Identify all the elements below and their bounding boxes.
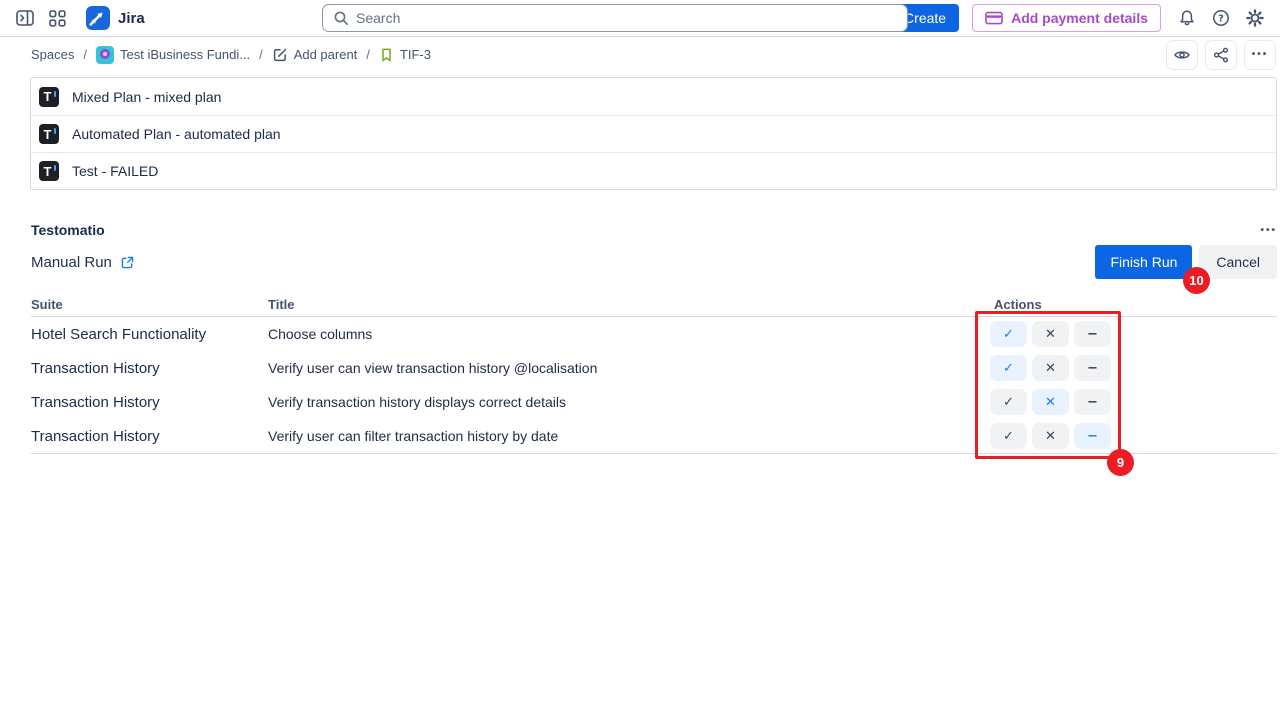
create-button-label: Create (904, 10, 946, 26)
watch-button[interactable] (1166, 40, 1198, 70)
section-more-button[interactable]: ••• (1260, 225, 1277, 236)
help-button[interactable]: ? (1212, 9, 1230, 27)
notifications-button[interactable] (1178, 9, 1196, 27)
title-cell: Verify user can filter transaction histo… (268, 428, 990, 444)
plan-label: Mixed Plan - mixed plan (72, 89, 221, 105)
breadcrumb-issue[interactable]: TIF-3 (379, 47, 431, 63)
app-switcher-grid-icon (49, 10, 66, 27)
search-bar[interactable] (322, 4, 908, 32)
fail-button[interactable]: ✕ (1032, 389, 1069, 415)
plan-label: Test - FAILED (72, 163, 158, 179)
expand-sidebar-icon (16, 10, 34, 26)
actions-cell: ✓✕− (990, 389, 1277, 415)
bookmark-icon (379, 47, 394, 63)
share-button[interactable] (1205, 40, 1237, 70)
column-header-suite: Suite (31, 297, 268, 312)
annotation-badge-9: 9 (1107, 449, 1134, 476)
table-row: Transaction HistoryVerify user can filte… (31, 419, 1277, 453)
table-body: Hotel Search FunctionalityChoose columns… (31, 317, 1277, 454)
column-header-title: Title (268, 297, 990, 312)
actions-cell: ✓✕− (990, 355, 1277, 381)
pass-button[interactable]: ✓ (990, 355, 1027, 381)
section-title: Testomatio (31, 222, 105, 238)
table-header: Suite Title Actions (31, 292, 1277, 317)
eye-icon (1173, 47, 1191, 63)
gear-icon (1246, 9, 1264, 27)
fail-button[interactable]: ✕ (1032, 355, 1069, 381)
breadcrumb-project-label: Test iBusiness Fundi... (120, 47, 250, 62)
suite-cell: Transaction History (31, 428, 268, 445)
bell-icon (1178, 9, 1196, 27)
annotation-badge-10: 10 (1183, 267, 1210, 294)
actions-cell: ✓✕− (990, 321, 1277, 347)
column-header-actions: Actions (990, 297, 1277, 312)
jira-home-link[interactable]: Jira (86, 6, 145, 30)
svg-text:?: ? (1218, 13, 1224, 24)
plan-label: Automated Plan - automated plan (72, 126, 281, 142)
plans-list: T Mixed Plan - mixed plan T Automated Plan … (30, 77, 1277, 190)
title-cell: Choose columns (268, 326, 990, 342)
skip-button[interactable]: − (1074, 423, 1111, 449)
list-item[interactable]: T Automated Plan - automated plan (31, 115, 1276, 152)
add-payment-details-label: Add payment details (1011, 10, 1148, 26)
finish-run-button[interactable]: Finish Run (1095, 245, 1192, 279)
search-icon (333, 10, 349, 26)
edit-icon (272, 47, 288, 63)
testomatio-logo-icon: T (39, 124, 59, 144)
suite-cell: Hotel Search Functionality (31, 326, 268, 343)
ellipsis-icon: ••• (1260, 225, 1277, 236)
question-circle-icon: ? (1212, 9, 1230, 27)
pass-button[interactable]: ✓ (990, 423, 1027, 449)
breadcrumb-spaces[interactable]: Spaces (31, 47, 74, 62)
title-cell: Verify transaction history displays corr… (268, 394, 990, 410)
fail-button[interactable]: ✕ (1032, 321, 1069, 347)
actions-cell: ✓✕− (990, 423, 1277, 449)
run-title: Manual Run (31, 254, 112, 271)
testomatio-logo-icon: T (39, 161, 59, 181)
skip-button[interactable]: − (1074, 321, 1111, 347)
settings-button[interactable] (1246, 9, 1264, 27)
breadcrumb-separator: / (259, 47, 263, 62)
table-row: Transaction HistoryVerify user can view … (31, 351, 1277, 385)
list-item[interactable]: T Mixed Plan - mixed plan (31, 78, 1276, 115)
credit-card-icon (985, 10, 1003, 26)
external-link-icon[interactable] (120, 255, 135, 270)
page: Jira + Create Add payment details (0, 0, 1280, 720)
breadcrumb-add-parent-label: Add parent (294, 47, 358, 62)
breadcrumb-separator: / (83, 47, 87, 62)
skip-button[interactable]: − (1074, 389, 1111, 415)
testomatio-logo-icon: T (39, 87, 59, 107)
title-cell: Verify user can view transaction history… (268, 360, 990, 376)
top-navigation-bar: Jira + Create Add payment details (0, 0, 1280, 37)
project-avatar (96, 46, 114, 64)
table-row: Hotel Search FunctionalityChoose columns… (31, 317, 1277, 351)
app-name: Jira (118, 10, 145, 27)
expand-sidebar-button[interactable] (16, 10, 34, 26)
pass-button[interactable]: ✓ (990, 321, 1027, 347)
testomatio-section: Testomatio ••• Manual Run Finish Run Can… (31, 222, 1277, 454)
list-item[interactable]: T Test - FAILED (31, 152, 1276, 189)
share-icon (1213, 47, 1229, 63)
breadcrumb-bar: Spaces / Test iBusiness Fundi... / Add p… (0, 37, 1280, 72)
breadcrumb: Spaces / Test iBusiness Fundi... / Add p… (31, 46, 431, 64)
fail-button[interactable]: ✕ (1032, 423, 1069, 449)
jira-logo-icon (86, 6, 110, 30)
suite-cell: Transaction History (31, 360, 268, 377)
pass-button[interactable]: ✓ (990, 389, 1027, 415)
breadcrumb-add-parent[interactable]: Add parent (272, 47, 358, 63)
table-row: Transaction HistoryVerify transaction hi… (31, 385, 1277, 419)
add-payment-details-button[interactable]: Add payment details (972, 4, 1161, 32)
more-actions-button[interactable]: ••• (1244, 40, 1276, 70)
app-switcher-button[interactable] (49, 10, 66, 27)
cancel-button[interactable]: Cancel (1199, 245, 1277, 279)
skip-button[interactable]: − (1074, 355, 1111, 381)
breadcrumb-separator: / (366, 47, 370, 62)
ellipsis-icon: ••• (1252, 49, 1269, 60)
breadcrumb-project[interactable]: Test iBusiness Fundi... (96, 46, 250, 64)
search-input[interactable] (356, 10, 897, 26)
test-run-table: Suite Title Actions Hotel Search Functio… (31, 292, 1277, 454)
suite-cell: Transaction History (31, 394, 268, 411)
breadcrumb-issue-label: TIF-3 (400, 47, 431, 62)
